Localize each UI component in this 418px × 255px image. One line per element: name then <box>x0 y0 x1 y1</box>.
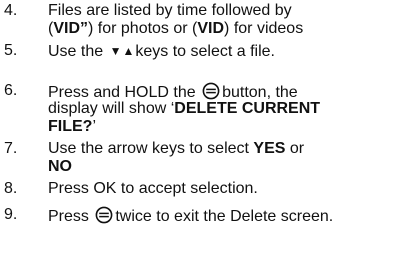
text-segment: ) for photos or ( <box>88 20 198 37</box>
step-text: Press and HOLD the button, the display w… <box>48 82 416 136</box>
step-line: NO <box>48 158 416 176</box>
step-line: Use the arrow keys to select YES or <box>48 140 416 158</box>
instruction-page: { "steps": [ { "number": "4.", "line1": … <box>0 0 418 255</box>
down-up-arrows-icon: ▼▲ <box>109 44 136 58</box>
step-number: 8. <box>4 180 18 197</box>
menu-button-icon <box>95 206 113 229</box>
step-text: Files are listed by time followed by (VI… <box>48 2 416 38</box>
step-line: FILE?’ <box>48 118 416 136</box>
step-line: Files are listed by time followed by <box>48 2 292 19</box>
text-segment: ’ <box>92 118 96 135</box>
step-line: Press OK to accept selection. <box>48 180 258 197</box>
step-text: Use the arrow keys to select YES or NO <box>48 140 416 176</box>
bold-term: FILE? <box>48 118 93 135</box>
step-line: Press twice to exit the Delete screen. <box>48 206 416 225</box>
text-segment: Use the <box>48 43 104 60</box>
bold-term: DELETE CURRENT <box>174 100 321 117</box>
step-number: 9. <box>4 206 18 223</box>
step-line: (VID”) for photos or (VID) for videos <box>48 20 416 38</box>
step-number: 7. <box>4 140 18 157</box>
bold-term: YES <box>253 140 286 157</box>
bold-term: VID” <box>53 20 88 37</box>
step-number: 5. <box>4 42 18 59</box>
text-segment: keys to select a file. <box>135 43 275 60</box>
step-number: 6. <box>4 82 18 99</box>
bold-term: NO <box>48 158 72 175</box>
bold-term: VID <box>197 20 225 37</box>
text-segment: Use the arrow keys to select <box>48 140 254 157</box>
text-segment: twice to exit the Delete screen. <box>115 208 334 225</box>
text-segment: button, the <box>222 84 298 101</box>
text-segment: display will show ‘ <box>48 100 175 117</box>
text-segment: ) for videos <box>224 20 304 37</box>
step-line: Use the ▼▲keys to select a file. <box>48 42 416 60</box>
step-text: Press OK to accept selection. <box>48 180 416 198</box>
step-text: Use the ▼▲keys to select a file. <box>48 42 416 60</box>
step-number: 4. <box>4 2 18 19</box>
text-segment: or <box>285 140 305 157</box>
text-segment: Press <box>48 208 89 225</box>
step-line: Press and HOLD the button, the <box>48 82 416 101</box>
text-segment: Press and HOLD the <box>48 84 196 101</box>
step-line: display will show ‘DELETE CURRENT <box>48 100 416 118</box>
step-text: Press twice to exit the Delete screen. <box>48 206 416 225</box>
